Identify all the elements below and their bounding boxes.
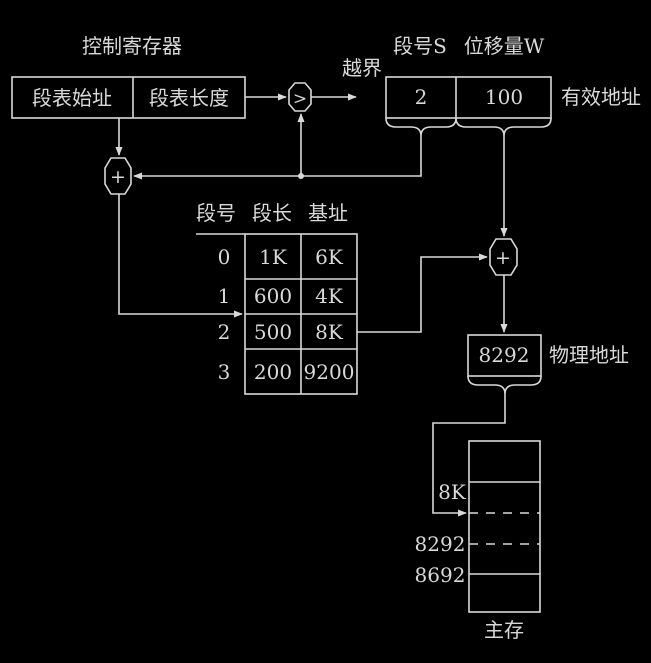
table-cell: 1 bbox=[218, 284, 231, 308]
logical-address-box bbox=[385, 76, 552, 119]
table-cell: 4K bbox=[315, 284, 344, 308]
memory-mark-8k: 8K bbox=[438, 480, 467, 504]
base-to-adder-arrow bbox=[357, 253, 488, 333]
main-memory-box bbox=[468, 440, 541, 613]
physical-address-caption: 物理地址 bbox=[549, 343, 629, 367]
main-memory bbox=[468, 440, 541, 613]
table-cell: 0 bbox=[218, 245, 231, 269]
table-cell: 9200 bbox=[304, 360, 355, 384]
junction-dot bbox=[298, 173, 304, 179]
segment-number-to-adder-arrow bbox=[133, 136, 422, 180]
table-cell: 3 bbox=[218, 360, 231, 384]
effective-address-caption: 有效地址 bbox=[561, 85, 641, 109]
diagram-canvas: 控制寄存器 段表始址 段表长度 > 越界 段号S 位移量W 2 100 有效地址… bbox=[11, 34, 641, 642]
comparator-symbol: > bbox=[293, 89, 307, 109]
main-memory-caption: 主存 bbox=[484, 618, 524, 642]
segment-table-length-label: 段表长度 bbox=[149, 86, 229, 110]
table-cell: 1K bbox=[259, 245, 288, 269]
logical-address-register bbox=[385, 76, 552, 137]
table-cell: 2 bbox=[218, 320, 231, 344]
table-cell: 200 bbox=[254, 360, 292, 384]
segment-number-value: 2 bbox=[415, 85, 428, 109]
offset-value: 100 bbox=[485, 85, 523, 109]
offset-field-brace bbox=[455, 117, 552, 137]
table-cell: 600 bbox=[254, 284, 292, 308]
table-header-segment: 段号 bbox=[196, 201, 236, 225]
physical-address-brace bbox=[467, 375, 542, 395]
segment-table-start-label: 段表始址 bbox=[32, 86, 112, 110]
memory-mark-8292: 8292 bbox=[415, 532, 466, 556]
offset-header: 位移量W bbox=[464, 34, 545, 58]
memory-mark-8692: 8692 bbox=[415, 563, 466, 587]
segment-field-brace bbox=[385, 117, 457, 137]
table-cell: 6K bbox=[315, 245, 344, 269]
segment-number-header: 段号S bbox=[393, 34, 447, 58]
table-cell: 8K bbox=[315, 320, 344, 344]
physical-address-value: 8292 bbox=[479, 343, 530, 367]
control-register-title: 控制寄存器 bbox=[82, 34, 182, 58]
adder-2-symbol: + bbox=[495, 247, 511, 269]
segment-address-translation-diagram: 控制寄存器 段表始址 段表长度 > 越界 段号S 位移量W 2 100 有效地址… bbox=[0, 0, 651, 658]
connectors bbox=[115, 93, 508, 517]
table-header-base: 基址 bbox=[308, 201, 348, 225]
overflow-label: 越界 bbox=[342, 56, 382, 80]
adder-1-symbol: + bbox=[110, 166, 126, 188]
table-header-length: 段长 bbox=[252, 201, 292, 225]
table-cell: 500 bbox=[254, 320, 292, 344]
